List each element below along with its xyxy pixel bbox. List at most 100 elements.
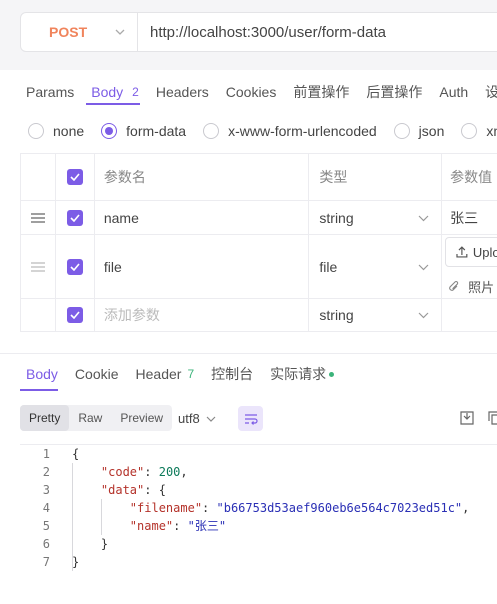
encoding-value: utf8 [178,411,200,426]
code-text: } [72,537,109,551]
tab-count: 7 [187,367,195,381]
tab-settings[interactable]: 设置 [485,82,497,102]
radio-urlencoded[interactable]: x-www-form-urlencoded [203,123,377,139]
upload-label: Upload [472,244,497,260]
param-type-select[interactable]: file [309,235,443,298]
attached-file[interactable]: 照片 [448,277,494,296]
radio-dot [393,123,410,139]
copy-icon[interactable] [488,411,497,425]
line-number: 5 [42,519,50,533]
tab-cookies[interactable]: Cookies [226,84,277,100]
tab-label: Params [26,84,75,100]
tab-label: Header [135,366,182,382]
code-text: "code": 200, [100,465,188,479]
code-line: 7} [20,553,497,571]
drag-handle[interactable] [21,235,56,298]
line-number: 2 [42,465,50,479]
tab-response-cookie[interactable]: Cookie [75,366,119,382]
radio-form-data[interactable]: form-data [101,123,186,139]
param-value-file-cell: Upload 照片 [442,235,497,298]
param-value-input[interactable] [442,299,497,331]
checkbox-icon[interactable] [66,258,83,275]
select-all-checkbox-cell[interactable] [56,154,95,200]
param-type-value: string [319,307,354,323]
column-header-name: 参数名 [95,154,310,200]
response-code-viewer: 1{ 2 "code": 200, 3 "data": { 4 "filenam… [20,444,497,604]
table-row-add: 添加参数 string [21,299,497,332]
param-name-input[interactable]: name [95,201,310,234]
line-number: 7 [42,555,50,569]
param-name-input[interactable]: file [95,235,310,298]
chevron-down-icon [115,29,125,35]
radio-json[interactable]: json [393,123,444,139]
method-select[interactable]: POST [21,13,138,51]
tab-response-body[interactable]: Body [26,366,58,382]
tab-console[interactable]: 控制台 [211,364,253,384]
row-checkbox-cell[interactable] [56,299,95,331]
chevron-down-icon [418,312,429,319]
response-tabs: Body Cookie Header 7 控制台 实际请求 [26,364,351,384]
radio-xml[interactable]: xml [461,123,497,139]
format-preview[interactable]: Preview [111,405,172,431]
active-tab-indicator [20,389,58,391]
checkbox-icon[interactable] [66,209,83,226]
code-line: 6 } [20,535,497,553]
tab-headers[interactable]: Headers [156,84,209,100]
drag-handle-icon [30,212,45,223]
tab-label: Cookies [225,84,277,100]
wrap-lines-icon [244,413,258,425]
add-param-input[interactable]: 添加参数 [95,299,310,331]
active-tab-indicator [86,103,140,105]
radio-label: x-www-form-urlencoded [228,123,377,139]
url-input[interactable]: http://localhost:3000/user/form-data [150,24,386,41]
encoding-select[interactable]: utf8 [178,411,216,426]
tab-response-header[interactable]: Header 7 [136,366,195,382]
row-checkbox-cell[interactable] [56,235,95,298]
tab-label: Headers [155,84,209,100]
body-type-radios: none form-data x-www-form-urlencoded jso… [28,123,497,139]
line-number: 6 [42,537,50,551]
code-text: "filename": "b66753d53aef960eb6e564c7023… [129,501,470,515]
tab-count: 2 [132,85,139,99]
param-type-value: file [319,258,338,275]
tab-label: Auth [439,84,469,100]
tab-params[interactable]: Params [26,84,74,100]
tab-actual-request[interactable]: 实际请求 [270,364,335,384]
drag-handle[interactable] [21,201,56,234]
tab-body[interactable]: Body 2 [91,84,139,100]
param-value-input[interactable]: 张三 [442,201,497,234]
tab-auth[interactable]: Auth [439,84,468,100]
radio-none[interactable]: none [28,123,84,139]
request-panel: Params Body 2 Headers Cookies 前置操作 后置操作 A… [0,70,497,353]
format-switch: Pretty Raw Preview [20,405,173,431]
url-bar: POST http://localhost:3000/user/form-dat… [20,12,497,52]
tab-label: 控制台 [211,366,254,382]
wrap-lines-button[interactable] [238,406,263,431]
tab-post-script[interactable]: 后置操作 [366,82,422,102]
table-header-row: 参数名 类型 参数值 [21,154,497,201]
file-name: 照片 [468,280,495,295]
code-line: 4 "filename": "b66753d53aef960eb6e564c70… [20,499,497,517]
status-dot-icon [329,371,335,377]
format-pretty[interactable]: Pretty [20,405,70,431]
param-type-select[interactable]: string [309,201,443,234]
upload-button[interactable]: Upload [445,237,497,267]
radio-dot [101,123,118,139]
checkbox-icon[interactable] [66,307,83,323]
line-number: 4 [42,501,50,515]
code-text: } [72,555,80,569]
code-text: "name": "张三" [129,519,227,533]
tab-label: 后置操作 [366,84,423,100]
tab-label: Body [91,84,124,100]
download-icon[interactable] [460,411,474,425]
format-raw[interactable]: Raw [69,405,111,431]
param-type-select[interactable]: string [309,299,443,331]
tab-pre-script[interactable]: 前置操作 [293,82,349,102]
checkbox-icon[interactable] [66,169,83,185]
request-bar: POST http://localhost:3000/user/form-dat… [0,0,497,70]
row-checkbox-cell[interactable] [56,201,95,234]
radio-label: form-data [126,123,187,139]
drag-handle-icon [30,261,45,272]
code-text: "data": { [100,483,166,497]
table-row: name string 张三 [21,201,497,235]
